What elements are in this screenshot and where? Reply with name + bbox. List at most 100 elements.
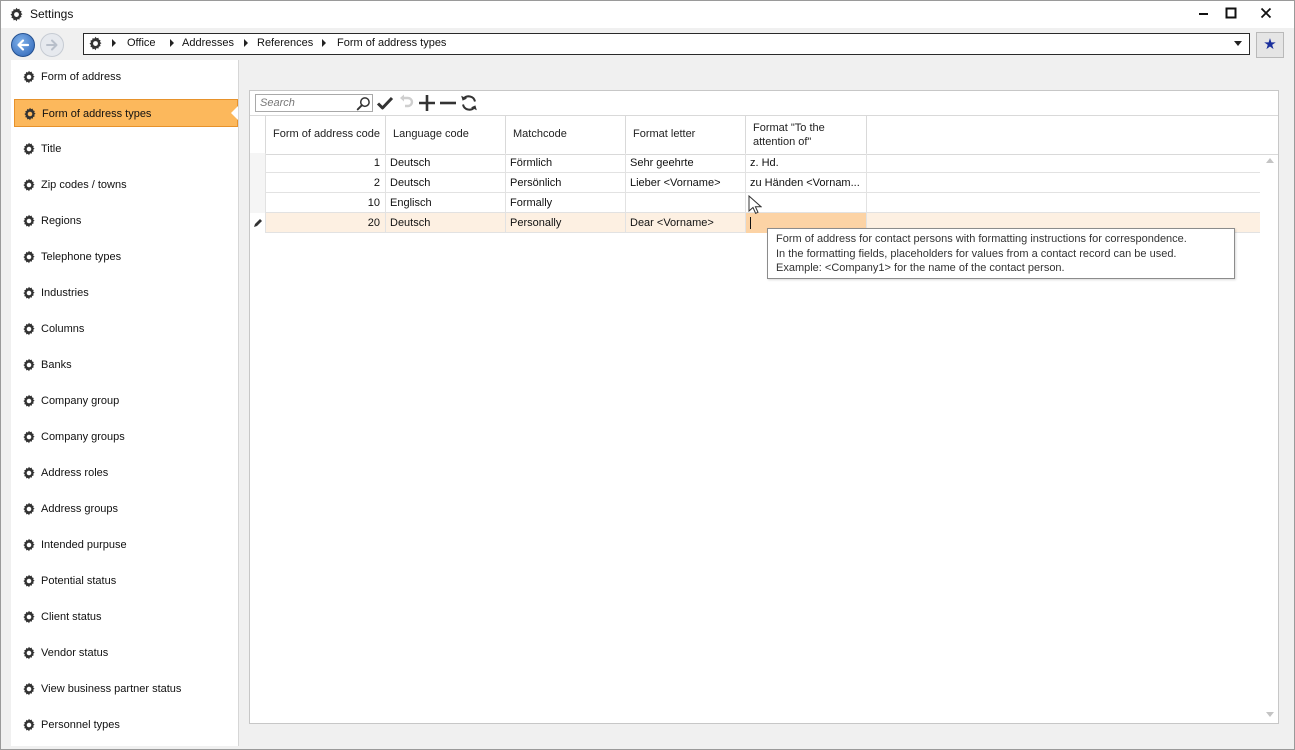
cell-code[interactable]: 10: [266, 193, 386, 213]
gear-icon: [23, 250, 35, 264]
table-row[interactable]: 2 Deutsch Persönlich Lieber <Vorname> zu…: [250, 173, 1260, 193]
gear-icon: [23, 70, 35, 84]
gear-icon: [23, 178, 35, 192]
undo-icon[interactable]: [396, 93, 416, 113]
vertical-scrollbar[interactable]: [1262, 153, 1278, 722]
chevron-down-icon[interactable]: [1234, 41, 1242, 46]
column-header-format-letter[interactable]: Format letter: [626, 116, 746, 154]
sidebar-item-regions[interactable]: Regions: [14, 207, 238, 235]
column-header-format-attention[interactable]: Format "To the attention of": [746, 116, 867, 154]
sidebar-item-columns[interactable]: Columns: [14, 315, 238, 343]
cell-format-letter[interactable]: Dear <Vorname>: [626, 213, 746, 233]
close-icon: [1260, 7, 1272, 19]
gear-icon: [23, 286, 35, 300]
gear-icon: [23, 718, 35, 732]
breadcrumb-references[interactable]: References: [257, 37, 313, 49]
sidebar-item-address-groups[interactable]: Address groups: [14, 495, 238, 523]
close-button[interactable]: [1249, 3, 1283, 25]
scroll-up-icon[interactable]: [1266, 158, 1274, 163]
grid-header: Form of address code Language code Match…: [250, 115, 1278, 155]
cell-language[interactable]: Deutsch: [386, 213, 506, 233]
table-row[interactable]: 1 Deutsch Förmlich Sehr geehrte z. Hd.: [250, 153, 1260, 173]
sidebar-item-client-status[interactable]: Client status: [14, 603, 238, 631]
sidebar-item-personnel-types[interactable]: Personnel types: [14, 711, 238, 739]
scroll-down-icon[interactable]: [1266, 712, 1274, 717]
plus-icon[interactable]: [417, 93, 437, 113]
row-indicator[interactable]: [250, 173, 266, 193]
breadcrumb[interactable]: Office Addresses References Form of addr…: [83, 33, 1250, 55]
sidebar-item-title[interactable]: Title: [14, 135, 238, 163]
data-grid: Form of address code Language code Match…: [250, 115, 1278, 722]
cell-matchcode[interactable]: Formally: [506, 193, 626, 213]
cell-format-letter[interactable]: Lieber <Vorname>: [626, 173, 746, 193]
cell-format-attention[interactable]: z. Hd.: [746, 153, 867, 173]
sidebar-item-label: Client status: [41, 611, 102, 623]
sidebar-item-intended-purpuse[interactable]: Intended purpuse: [14, 531, 238, 559]
back-button[interactable]: [11, 33, 35, 57]
column-header-form-of-address-code[interactable]: Form of address code: [266, 116, 386, 154]
forward-button[interactable]: [40, 33, 64, 57]
column-header-matchcode[interactable]: Matchcode: [506, 116, 626, 154]
column-header-label: Form of address code: [273, 128, 380, 140]
sidebar-item-label: Potential status: [41, 575, 117, 587]
cell-matchcode[interactable]: Personally: [506, 213, 626, 233]
sidebar-item-vendor-status[interactable]: Vendor status: [14, 639, 238, 667]
sidebar-item-banks[interactable]: Banks: [14, 351, 238, 379]
minimize-icon: [1199, 13, 1208, 15]
breadcrumb-addresses[interactable]: Addresses: [182, 37, 234, 49]
sidebar-item-label: Address roles: [41, 467, 109, 479]
sidebar-item-form-of-address[interactable]: Form of address: [14, 63, 238, 91]
cell-format-letter[interactable]: [626, 193, 746, 213]
cell-format-attention[interactable]: [746, 193, 867, 213]
arrow-right-icon: [46, 39, 58, 51]
cell-language[interactable]: Englisch: [386, 193, 506, 213]
search-box[interactable]: [255, 94, 373, 112]
cell-matchcode[interactable]: Förmlich: [506, 153, 626, 173]
sidebar-item-company-group[interactable]: Company group: [14, 387, 238, 415]
sidebar-item-zip-codes-towns[interactable]: Zip codes / towns: [14, 171, 238, 199]
refresh-icon[interactable]: [459, 93, 479, 113]
favorite-button[interactable]: ★: [1256, 32, 1284, 58]
gear-icon: [23, 502, 35, 516]
sidebar-item-label: Address groups: [41, 503, 119, 515]
checkmark-icon[interactable]: [375, 93, 395, 113]
sidebar-item-potential-status[interactable]: Potential status: [14, 567, 238, 595]
gear-icon: [23, 574, 35, 588]
tooltip-line: Example: <Company1> for the name of the …: [776, 262, 1065, 274]
sidebar-item-label: Banks: [41, 359, 72, 371]
breadcrumb-form-of-address-types[interactable]: Form of address types: [337, 37, 446, 49]
sidebar-item-telephone-types[interactable]: Telephone types: [14, 243, 238, 271]
breadcrumb-office[interactable]: Office: [127, 37, 156, 49]
cell-code[interactable]: 2: [266, 173, 386, 193]
sidebar-item-address-roles[interactable]: Address roles: [14, 459, 238, 487]
cell-matchcode[interactable]: Persönlich: [506, 173, 626, 193]
cell-code[interactable]: 20: [266, 213, 386, 233]
column-header-language-code[interactable]: Language code: [386, 116, 506, 154]
cell-format-attention[interactable]: zu Händen <Vornam...: [746, 173, 867, 193]
gear-icon: [23, 610, 35, 624]
row-indicator[interactable]: [250, 193, 266, 213]
cell-language[interactable]: Deutsch: [386, 173, 506, 193]
sidebar-item-company-groups[interactable]: Company groups: [14, 423, 238, 451]
row-indicator[interactable]: [250, 153, 266, 173]
sidebar: Form of address Form of address types Ti…: [11, 60, 239, 746]
gear-icon: [23, 322, 35, 336]
minus-icon[interactable]: [438, 93, 458, 113]
chevron-right-icon: [170, 39, 174, 47]
maximize-button[interactable]: [1214, 3, 1248, 25]
mouse-pointer-icon: [748, 195, 762, 214]
chevron-right-icon: [112, 39, 116, 47]
cell-code[interactable]: 1: [266, 153, 386, 173]
cell-format-letter[interactable]: Sehr geehrte: [626, 153, 746, 173]
gear-icon: [10, 7, 23, 22]
gear-icon: [23, 466, 35, 480]
gear-icon: [23, 358, 35, 372]
cell-language[interactable]: Deutsch: [386, 153, 506, 173]
row-indicator[interactable]: [250, 213, 266, 233]
sidebar-item-industries[interactable]: Industries: [14, 279, 238, 307]
sidebar-item-form-of-address-types[interactable]: Form of address types: [14, 99, 238, 127]
search-icon[interactable]: [356, 96, 371, 111]
gear-icon: [89, 36, 102, 51]
sidebar-item-view-business-partner-status[interactable]: View business partner status: [14, 675, 238, 703]
search-input[interactable]: [256, 95, 356, 111]
